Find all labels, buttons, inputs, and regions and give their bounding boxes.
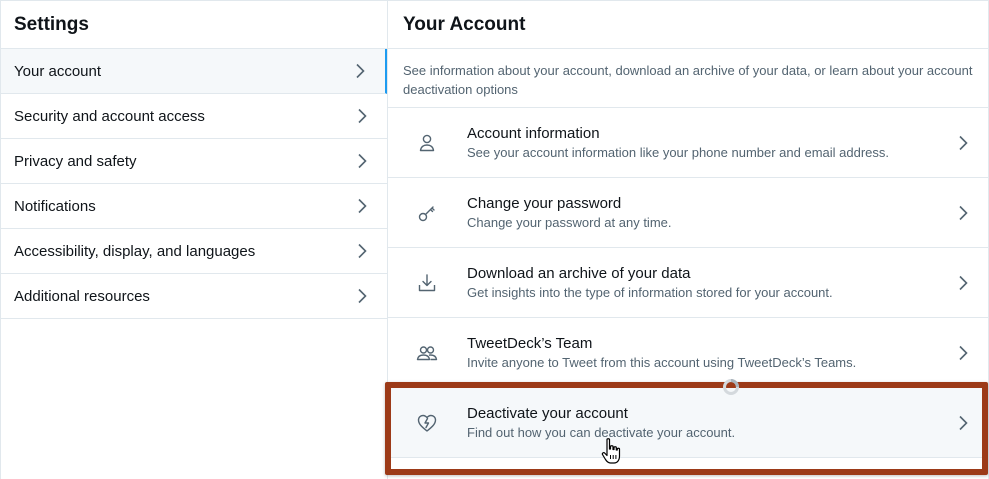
- settings-sidebar: Settings Your account Security and accou…: [0, 0, 388, 479]
- sidebar-item-accessibility[interactable]: Accessibility, display, and languages: [1, 229, 387, 274]
- chevron-right-icon: [358, 108, 367, 124]
- sidebar-item-your-account[interactable]: Your account: [1, 49, 387, 94]
- row-title: Account information: [467, 125, 600, 142]
- row-title: Change your password: [467, 195, 622, 212]
- account-information-row[interactable]: Account information See your account inf…: [388, 108, 988, 178]
- row-subtitle: Invite anyone to Tweet from this account…: [467, 355, 857, 370]
- broken-heart-icon: [417, 414, 437, 432]
- tweetdeck-team-row[interactable]: TweetDeck’s Team Invite anyone to Tweet …: [388, 318, 988, 388]
- change-password-row[interactable]: Change your password Change your passwor…: [388, 178, 988, 248]
- person-icon: [419, 134, 435, 152]
- chevron-right-icon: [358, 288, 367, 304]
- chevron-right-icon: [959, 415, 968, 431]
- row-title: Download an archive of your data: [467, 265, 691, 282]
- key-icon: [418, 206, 435, 222]
- deactivate-account-row[interactable]: Deactivate your account Find out how you…: [388, 388, 988, 458]
- sidebar-item-label: Additional resources: [14, 287, 150, 305]
- sidebar-item-label: Security and account access: [14, 107, 205, 125]
- sidebar-item-security[interactable]: Security and account access: [1, 94, 387, 139]
- sidebar-item-privacy[interactable]: Privacy and safety: [1, 139, 387, 184]
- sidebar-item-additional-resources[interactable]: Additional resources: [1, 274, 387, 319]
- row-title: Deactivate your account: [467, 405, 628, 422]
- row-title: TweetDeck’s Team: [467, 335, 593, 352]
- page-title: Your Account: [388, 1, 988, 49]
- hand-pointer-icon: [601, 438, 621, 464]
- chevron-right-icon: [959, 205, 968, 221]
- sidebar-item-label: Your account: [14, 62, 102, 80]
- settings-title: Settings: [1, 1, 387, 49]
- chevron-right-icon: [358, 153, 367, 169]
- row-subtitle: Change your password at any time.: [467, 215, 672, 230]
- chevron-right-icon: [358, 198, 367, 214]
- loading-spinner-icon: [723, 379, 739, 395]
- download-archive-row[interactable]: Download an archive of your data Get ins…: [388, 248, 988, 318]
- row-subtitle: Get insights into the type of informatio…: [467, 285, 833, 300]
- download-icon: [418, 274, 436, 292]
- chevron-right-icon: [959, 275, 968, 291]
- sidebar-item-label: Notifications: [14, 197, 96, 215]
- chevron-right-icon: [356, 63, 365, 79]
- chevron-right-icon: [959, 345, 968, 361]
- chevron-right-icon: [358, 243, 367, 259]
- row-subtitle: See your account information like your p…: [467, 145, 890, 160]
- sidebar-item-label: Accessibility, display, and languages: [14, 242, 256, 260]
- account-description: See information about your account, down…: [388, 49, 988, 108]
- account-panel: Your Account See information about your …: [388, 0, 989, 479]
- team-icon: [416, 346, 438, 361]
- chevron-right-icon: [959, 135, 968, 151]
- sidebar-item-notifications[interactable]: Notifications: [1, 184, 387, 229]
- sidebar-item-label: Privacy and safety: [14, 152, 137, 170]
